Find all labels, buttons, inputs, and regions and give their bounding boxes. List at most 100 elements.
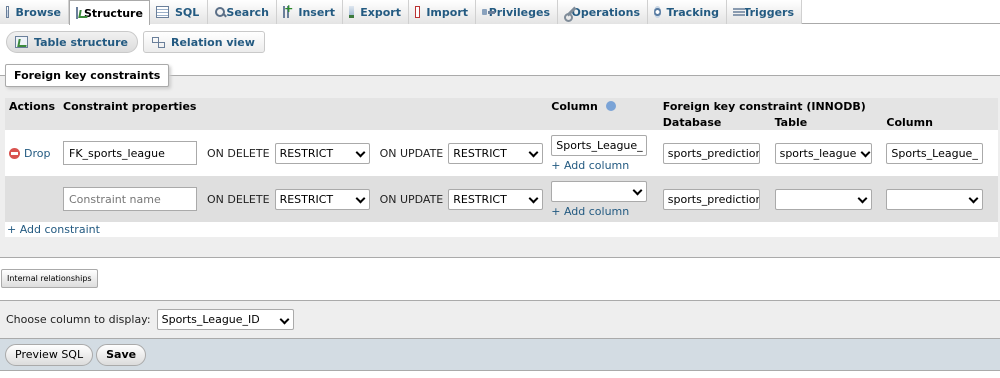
on-delete-label: ON DELETE bbox=[207, 146, 270, 160]
tab-privileges[interactable]: Privileges bbox=[476, 0, 558, 24]
database-select[interactable]: sports_predictior bbox=[662, 188, 760, 210]
chevron-down-icon bbox=[355, 194, 365, 204]
column-header: Column bbox=[547, 98, 659, 130]
tab-sql-label: SQL bbox=[175, 5, 200, 19]
on-delete-select[interactable]: RESTRICT bbox=[274, 142, 370, 164]
on-update-label: ON UPDATE bbox=[379, 192, 444, 206]
constraint-name-field[interactable]: Constraint name bbox=[63, 187, 197, 211]
privileges-icon bbox=[482, 6, 491, 18]
fk-column-select[interactable]: Sports_League_ bbox=[886, 142, 984, 164]
add-column-link[interactable]: + Add column bbox=[551, 205, 655, 218]
tab-sql[interactable]: SQL bbox=[150, 0, 208, 24]
tab-structure-label: Structure bbox=[84, 6, 143, 20]
relation-view-button[interactable]: Relation view bbox=[143, 31, 265, 53]
operations-icon bbox=[564, 6, 571, 22]
on-delete-value: RESTRICT bbox=[279, 192, 334, 206]
display-column-value: Sports_League_ID bbox=[161, 313, 260, 326]
fk-column-header: Column bbox=[882, 115, 998, 130]
tab-export[interactable]: Export bbox=[343, 0, 409, 24]
on-delete-label: ON DELETE bbox=[207, 192, 270, 206]
fk-column-select[interactable] bbox=[886, 188, 984, 210]
export-icon bbox=[349, 6, 355, 18]
save-button[interactable]: Save bbox=[96, 343, 147, 366]
on-delete-value: RESTRICT bbox=[279, 146, 334, 160]
display-column-label: Choose column to display: bbox=[6, 313, 151, 326]
table-select[interactable] bbox=[774, 188, 872, 210]
column-header-label: Column bbox=[551, 100, 598, 113]
chevron-down-icon bbox=[647, 140, 648, 150]
structure-icon bbox=[76, 7, 78, 19]
tab-tracking-label: Tracking bbox=[666, 5, 719, 19]
add-constraint-link[interactable]: + Add constraint bbox=[7, 223, 100, 236]
insert-icon bbox=[283, 2, 294, 18]
on-update-value: RESTRICT bbox=[453, 192, 507, 206]
database-value: sports_predictior bbox=[667, 146, 760, 160]
sub-tab-bar: Table structure Relation view bbox=[6, 31, 265, 53]
on-update-select[interactable]: RESTRICT bbox=[448, 142, 544, 164]
database-value: sports_predictior bbox=[667, 192, 760, 206]
relation-view-label: Relation view bbox=[171, 35, 255, 49]
chevron-down-icon bbox=[355, 148, 365, 158]
table-value: sports_league bbox=[779, 146, 857, 160]
chevron-down-icon bbox=[857, 194, 867, 204]
foreign-key-table: Actions Constraint properties Column For… bbox=[5, 98, 998, 237]
actions-header: Actions bbox=[5, 98, 59, 130]
table-select[interactable]: sports_league bbox=[774, 142, 872, 164]
table-structure-button[interactable]: Table structure bbox=[6, 31, 138, 53]
chevron-down-icon bbox=[860, 148, 870, 158]
column-select[interactable]: Sports_League_ bbox=[551, 134, 648, 156]
chevron-down-icon bbox=[968, 194, 978, 204]
tab-operations[interactable]: Operations bbox=[558, 0, 648, 24]
on-update-value: RESTRICT bbox=[453, 146, 507, 160]
tab-import[interactable]: Import bbox=[409, 0, 476, 24]
browse-icon bbox=[6, 6, 10, 18]
table-header: Table bbox=[770, 115, 883, 130]
foreign-key-header: Foreign key constraint (INNODB) bbox=[658, 98, 998, 115]
tab-tracking[interactable]: Tracking bbox=[648, 0, 727, 24]
on-delete-select[interactable]: RESTRICT bbox=[274, 188, 370, 210]
footer-bar: Preview SQL Save bbox=[0, 338, 1000, 371]
tab-triggers-label: Triggers bbox=[743, 5, 794, 19]
top-tab-bar: Browse Structure SQL Search Insert Expor… bbox=[0, 0, 1000, 25]
table-row: Drop FK_sports_league ON DELETE RESTRICT… bbox=[5, 130, 998, 176]
display-column-select[interactable]: Sports_League_ID bbox=[156, 309, 294, 330]
column-value: Sports_League_ bbox=[556, 138, 643, 152]
constraint-name-field[interactable]: FK_sports_league bbox=[63, 141, 197, 165]
chevron-down-icon bbox=[632, 186, 642, 196]
tracking-icon bbox=[654, 6, 661, 18]
table-structure-label: Table structure bbox=[34, 35, 128, 49]
internal-relationships-button[interactable]: Internal relationships bbox=[1, 269, 98, 288]
tab-insert-label: Insert bbox=[298, 5, 335, 19]
fk-column-value: Sports_League_ bbox=[891, 146, 978, 160]
chevron-down-icon bbox=[528, 194, 538, 204]
sql-icon bbox=[156, 6, 169, 18]
tab-browse[interactable]: Browse bbox=[0, 0, 69, 24]
on-update-label: ON UPDATE bbox=[379, 146, 444, 160]
triggers-icon bbox=[733, 6, 746, 18]
fieldset-legend: Foreign key constraints bbox=[5, 64, 170, 87]
preview-sql-button[interactable]: Preview SQL bbox=[5, 343, 94, 366]
chevron-down-icon bbox=[279, 315, 289, 325]
table-row: Constraint name ON DELETE RESTRICT ON UP… bbox=[5, 176, 998, 222]
tab-search[interactable]: Search bbox=[208, 0, 277, 24]
search-icon bbox=[214, 6, 226, 18]
tab-export-label: Export bbox=[360, 5, 401, 19]
drop-label: Drop bbox=[24, 146, 51, 160]
tab-structure[interactable]: Structure bbox=[69, 0, 150, 25]
database-select[interactable]: sports_predictior bbox=[662, 142, 760, 164]
tab-insert[interactable]: Insert bbox=[277, 0, 343, 24]
on-update-select[interactable]: RESTRICT bbox=[448, 188, 544, 210]
tab-browse-label: Browse bbox=[15, 5, 61, 19]
column-select[interactable] bbox=[551, 180, 648, 202]
drop-link[interactable]: Drop bbox=[9, 147, 55, 160]
structure-icon bbox=[15, 36, 28, 48]
tab-import-label: Import bbox=[426, 5, 468, 19]
chevron-down-icon bbox=[982, 148, 983, 158]
tab-operations-label: Operations bbox=[571, 5, 641, 19]
tab-triggers[interactable]: Triggers bbox=[727, 0, 802, 24]
add-column-link[interactable]: + Add column bbox=[551, 159, 655, 172]
help-icon[interactable] bbox=[605, 101, 616, 111]
database-header: Database bbox=[658, 115, 771, 130]
display-column-bar: Choose column to display: Sports_League_… bbox=[0, 300, 1000, 338]
tab-privileges-label: Privileges bbox=[488, 5, 550, 19]
